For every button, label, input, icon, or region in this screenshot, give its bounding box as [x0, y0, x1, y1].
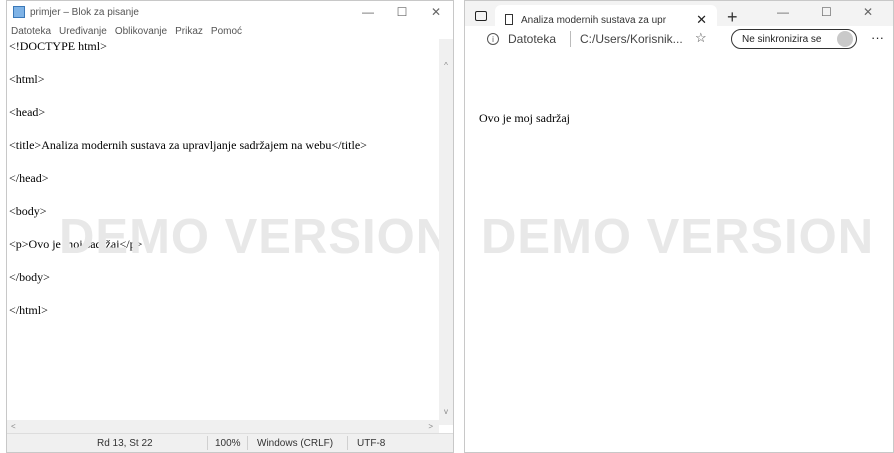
vertical-scrollbar[interactable]: ^ v [439, 39, 453, 425]
line-ending: Windows (CRLF) [257, 438, 334, 449]
address-scheme-label[interactable]: Datoteka [508, 32, 556, 46]
page-icon [505, 14, 513, 25]
text-line: <html> [9, 72, 45, 86]
avatar [837, 31, 853, 47]
notepad-text-area[interactable]: <!DOCTYPE html> <html> <head> <title>Ana… [7, 39, 440, 411]
notepad-window-title: primjer – Blok za pisanje [30, 6, 139, 18]
address-divider [570, 31, 571, 47]
tab-title: Analiza modernih sustava za upr [521, 15, 667, 26]
menu-oblikovanje[interactable]: Oblikovanje [115, 26, 167, 37]
menu-datoteka[interactable]: Datoteka [11, 26, 51, 37]
scroll-down-icon[interactable]: v [439, 407, 453, 416]
maximize-icon[interactable]: ☐ [821, 5, 832, 19]
minimize-icon[interactable]: — [351, 5, 385, 19]
page-content-text: Ovo je moj sadržaj [479, 111, 570, 125]
text-line: <title>Analiza modernih sustava za uprav… [9, 138, 367, 152]
menu-pomoc[interactable]: Pomoć [211, 26, 242, 37]
notepad-window: primjer – Blok za pisanje — ☐ ✕ Datoteka… [6, 0, 454, 453]
status-divider [347, 436, 348, 450]
zoom-level: 100% [215, 438, 241, 449]
menu-uredivanje[interactable]: Uređivanje [59, 26, 107, 37]
new-tab-icon[interactable]: + [727, 7, 738, 28]
more-options-icon[interactable]: ··· [871, 30, 884, 45]
minimize-icon[interactable]: — [777, 5, 789, 19]
browser-window: Analiza modernih sustava za upr ✕ + — ☐ … [464, 0, 894, 453]
notepad-window-controls: — ☐ ✕ [351, 5, 453, 19]
notepad-title-bar: primjer – Blok za pisanje — ☐ ✕ [7, 1, 453, 23]
text-line: <p>Ovo je moj sadržaj</p> [9, 237, 143, 251]
scroll-left-icon[interactable]: < [11, 422, 16, 431]
status-divider [207, 436, 208, 450]
notepad-status-bar: Rd 13, St 22 100% Windows (CRLF) UTF-8 [7, 433, 453, 452]
horizontal-scrollbar[interactable]: < > [7, 420, 439, 434]
address-url[interactable]: C:/Users/Korisnik... [580, 32, 683, 46]
tab-strip: Analiza modernih sustava za upr ✕ + — ☐ … [465, 1, 893, 32]
encoding: UTF-8 [357, 438, 386, 449]
scroll-up-icon[interactable]: ^ [439, 61, 453, 70]
notepad-menu-bar: Datoteka Uređivanje Oblikovanje Prikaz P… [7, 23, 453, 39]
menu-prikaz[interactable]: Prikaz [175, 26, 203, 37]
status-divider [247, 436, 248, 450]
scroll-right-icon[interactable]: > [428, 422, 433, 431]
cursor-position: Rd 13, St 22 [97, 438, 153, 449]
text-line: </html> [9, 303, 48, 317]
maximize-icon[interactable]: ☐ [385, 5, 419, 19]
info-icon[interactable]: i [487, 33, 499, 45]
notepad-app-icon [13, 6, 25, 18]
text-line: </head> [9, 171, 49, 185]
browser-title-bar: Analiza modernih sustava za upr ✕ + — ☐ … [465, 1, 893, 53]
close-icon[interactable]: ✕ [419, 5, 453, 19]
tab-actions-icon[interactable] [475, 11, 487, 21]
watermark-text: DEMO VERSION [481, 210, 875, 264]
sync-status-button[interactable]: Ne sinkronizira se [731, 29, 857, 49]
sync-label: Ne sinkronizira se [742, 34, 822, 45]
text-line: <!DOCTYPE html> [9, 39, 107, 53]
add-favorite-icon[interactable]: ☆ [695, 30, 707, 46]
text-line: <head> [9, 105, 46, 119]
text-line: </body> [9, 270, 50, 284]
text-line: <body> [9, 204, 47, 218]
address-bar: i Datoteka C:/Users/Korisnik... ☆ Ne sin… [465, 26, 893, 53]
close-icon[interactable]: ✕ [863, 5, 873, 19]
